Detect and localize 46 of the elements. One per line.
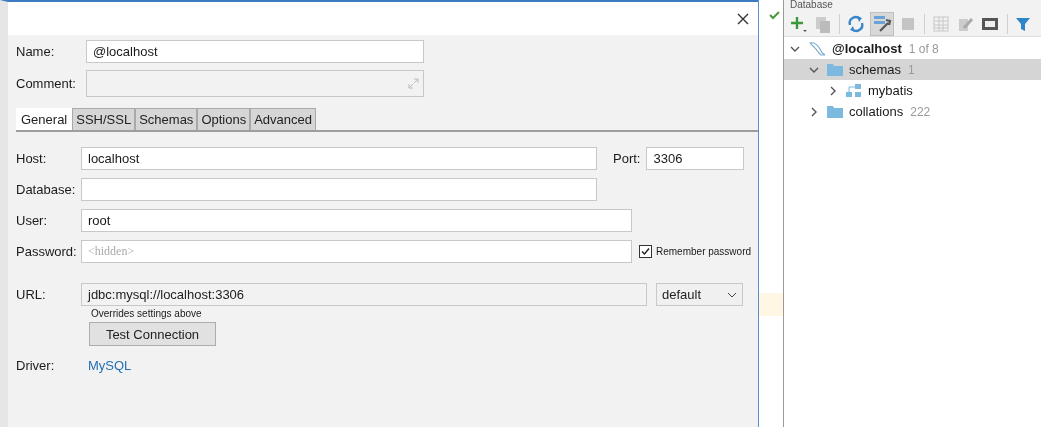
checkmark-icon — [769, 11, 780, 20]
panel-title: Database — [784, 0, 1041, 9]
count-text: 222 — [910, 104, 931, 119]
tab[interactable]: Options — [197, 108, 251, 130]
folder-icon — [827, 63, 843, 76]
name-field[interactable]: @localhost — [86, 40, 424, 63]
host-field[interactable]: localhost — [81, 147, 597, 170]
hint-text: Overrides settings above — [91, 308, 203, 319]
tab[interactable]: Advanced — [250, 108, 316, 130]
field-label: Password: — [16, 244, 78, 259]
wrench-icon[interactable] — [870, 11, 894, 36]
tree-item[interactable]: collations 222 — [784, 101, 1041, 122]
field-label: Host: — [16, 151, 48, 166]
field-label: Comment: — [16, 76, 77, 91]
tree-item[interactable]: mybatis — [784, 80, 1041, 101]
tab[interactable]: General — [16, 108, 73, 130]
url-type-dropdown[interactable]: default — [656, 283, 743, 306]
chevron-right-icon[interactable] — [828, 85, 838, 96]
driver-link[interactable]: MySQL — [88, 358, 132, 373]
field-label: URL: — [16, 287, 47, 302]
folder-icon — [827, 105, 843, 118]
database-field[interactable] — [81, 178, 597, 201]
count-text: 1 of 8 — [908, 41, 939, 56]
line-highlight — [759, 293, 783, 316]
close-icon[interactable] — [736, 11, 750, 26]
user-field[interactable]: root — [81, 209, 632, 232]
field-label: Driver: — [16, 358, 56, 373]
url-field[interactable]: jdbc:mysql://localhost:3306 — [81, 283, 647, 306]
test-connection-button[interactable]: Test Connection — [89, 322, 216, 346]
checkbox[interactable] — [639, 245, 652, 258]
checkbox-label: Remember password — [656, 246, 752, 257]
tab[interactable]: Schemas — [135, 108, 198, 130]
schema-icon — [846, 83, 862, 98]
field-label: Port: — [613, 151, 641, 166]
field-label: Database: — [16, 182, 77, 197]
chevron-down-icon — [727, 291, 737, 298]
chevron-right-icon[interactable] — [809, 106, 819, 117]
field-label: Name: — [16, 44, 56, 59]
count-text: 1 — [908, 62, 915, 77]
port-field[interactable]: 3306 — [646, 147, 745, 170]
field-label: User: — [16, 213, 49, 228]
refresh-icon[interactable] — [846, 13, 866, 34]
tab[interactable]: SSH/SSL — [72, 108, 136, 130]
comment-field[interactable] — [86, 70, 424, 97]
tree-item[interactable]: @localhost 1 of 8 — [784, 38, 1041, 59]
tree-item[interactable]: schemas 1 — [784, 59, 1041, 80]
